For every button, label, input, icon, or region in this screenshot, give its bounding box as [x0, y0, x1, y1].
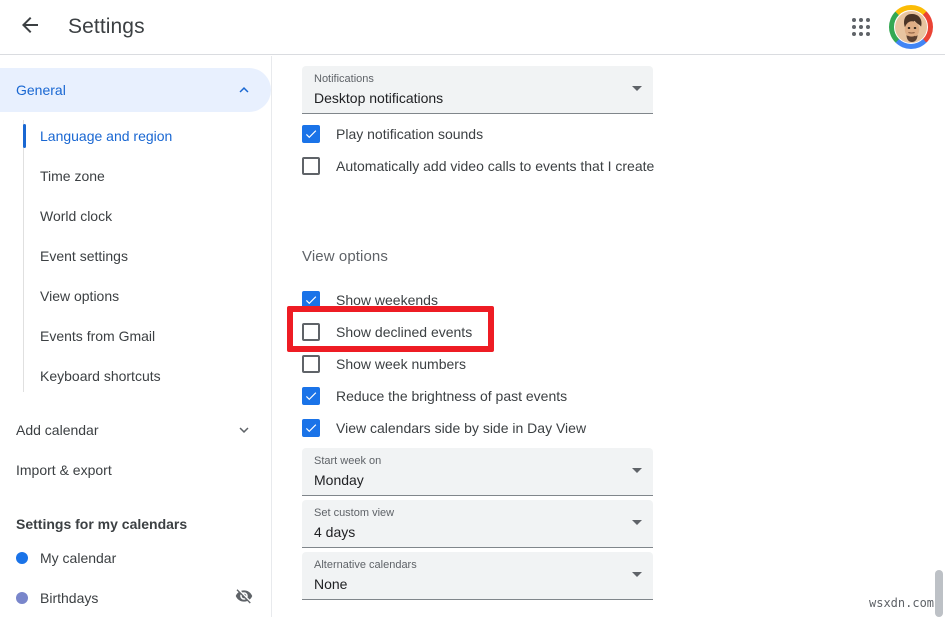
checkbox-label: View calendars side by side in Day View	[336, 420, 586, 436]
checkbox-row-show-weekends[interactable]: Show weekends	[302, 288, 438, 312]
sidebar-item-view-options[interactable]: View options	[24, 276, 271, 316]
checkbox-label: Play notification sounds	[336, 126, 483, 142]
content-scrollbar-track[interactable]	[933, 56, 945, 617]
checkbox-label: Show week numbers	[336, 356, 466, 372]
chevron-up-icon	[235, 81, 253, 99]
sidebar-item-event-settings[interactable]: Event settings	[24, 236, 271, 276]
eye-off-icon[interactable]	[235, 587, 253, 610]
checkbox-label: Reduce the brightness of past events	[336, 388, 567, 404]
settings-content: Notifications Desktop notifications Play…	[273, 56, 945, 617]
dropdown-arrow-icon	[632, 86, 642, 91]
chevron-down-icon	[235, 421, 253, 439]
sidebar-item-events-from-gmail[interactable]: Events from Gmail	[24, 316, 271, 356]
sidebar-item-language-and-region[interactable]: Language and region	[24, 116, 271, 156]
checkbox-label: Automatically add video calls to events …	[336, 158, 654, 174]
account-avatar-button[interactable]	[889, 5, 933, 49]
dropdown-arrow-icon	[632, 572, 642, 577]
sidebar-item-label: Add calendar	[16, 422, 235, 438]
sidebar-item-label: Time zone	[40, 168, 105, 184]
header-actions	[841, 5, 933, 49]
checkbox-label: Show declined events	[336, 324, 472, 340]
sidebar-calendar-birthdays[interactable]: Birthdays	[0, 578, 271, 617]
sidebar-item-label: Import & export	[16, 462, 253, 478]
apps-grid-icon	[852, 18, 870, 36]
dropdown-arrow-icon	[632, 468, 642, 473]
alternative-calendars-value: None	[314, 574, 641, 594]
calendar-name: Birthdays	[40, 590, 235, 606]
sidebar-item-time-zone[interactable]: Time zone	[24, 156, 271, 196]
start-week-on-label: Start week on	[314, 454, 641, 469]
calendar-name: My calendar	[40, 550, 253, 566]
back-button[interactable]	[8, 5, 52, 49]
avatar-ring	[889, 5, 933, 49]
set-custom-view-dropdown[interactable]: Set custom view 4 days	[302, 500, 653, 548]
app-header: Settings	[0, 0, 945, 55]
watermark: wsxdn.com	[869, 596, 934, 610]
alternative-calendars-dropdown[interactable]: Alternative calendars None	[302, 552, 653, 600]
checkbox-row-play-notification-sounds[interactable]: Play notification sounds	[302, 122, 483, 146]
calendar-color-dot	[16, 592, 28, 604]
sidebar-group-general[interactable]: General	[0, 68, 271, 112]
sidebar-calendar-my-calendar[interactable]: My calendar	[0, 538, 271, 578]
checkbox-show-declined-events[interactable]	[302, 323, 320, 341]
view-options-heading: View options	[302, 248, 388, 265]
set-custom-view-value: 4 days	[314, 522, 641, 542]
sidebar-item-label: Language and region	[40, 128, 172, 144]
set-custom-view-label: Set custom view	[314, 506, 641, 521]
page-title: Settings	[68, 15, 145, 39]
checkbox-label: Show weekends	[336, 292, 438, 308]
notifications-dropdown-value: Desktop notifications	[314, 88, 641, 108]
notifications-dropdown-label: Notifications	[314, 72, 641, 87]
checkbox-row-auto-add-video-calls[interactable]: Automatically add video calls to events …	[302, 154, 654, 178]
checkbox-row-reduce-brightness-past-events[interactable]: Reduce the brightness of past events	[302, 384, 567, 408]
notifications-dropdown[interactable]: Notifications Desktop notifications	[302, 66, 653, 114]
checkbox-auto-add-video-calls[interactable]	[302, 157, 320, 175]
checkbox-row-show-declined-events[interactable]: Show declined events	[302, 320, 472, 344]
sidebar-item-import-export[interactable]: Import & export	[0, 450, 271, 490]
sidebar-item-add-calendar[interactable]: Add calendar	[0, 410, 271, 450]
checkbox-show-week-numbers[interactable]	[302, 355, 320, 373]
alternative-calendars-label: Alternative calendars	[314, 558, 641, 573]
checkbox-row-view-calendars-side-by-side[interactable]: View calendars side by side in Day View	[302, 416, 586, 440]
start-week-on-value: Monday	[314, 470, 641, 490]
sidebar-group-general-label: General	[16, 82, 235, 98]
calendar-color-dot	[16, 552, 28, 564]
checkbox-reduce-brightness-past-events[interactable]	[302, 387, 320, 405]
sidebar-item-label: World clock	[40, 208, 112, 224]
checkbox-play-notification-sounds[interactable]	[302, 125, 320, 143]
avatar	[894, 10, 928, 44]
checkbox-show-weekends[interactable]	[302, 291, 320, 309]
settings-sidebar: General Language and region Time zone Wo…	[0, 56, 272, 617]
sidebar-item-world-clock[interactable]: World clock	[24, 196, 271, 236]
sidebar-item-label: Keyboard shortcuts	[40, 368, 161, 384]
sidebar-item-keyboard-shortcuts[interactable]: Keyboard shortcuts	[24, 356, 271, 396]
sidebar-item-label: Events from Gmail	[40, 328, 155, 344]
sidebar-item-label: Event settings	[40, 248, 128, 264]
arrow-left-icon	[18, 13, 42, 42]
checkbox-row-show-week-numbers[interactable]: Show week numbers	[302, 352, 466, 376]
content-scrollbar-thumb[interactable]	[935, 570, 943, 617]
sidebar-my-calendars-title: Settings for my calendars	[0, 516, 271, 532]
checkbox-view-calendars-side-by-side[interactable]	[302, 419, 320, 437]
apps-grid-button[interactable]	[841, 7, 881, 47]
sidebar-item-label: View options	[40, 288, 119, 304]
start-week-on-dropdown[interactable]: Start week on Monday	[302, 448, 653, 496]
dropdown-arrow-icon	[632, 520, 642, 525]
sidebar-general-items: Language and region Time zone World cloc…	[0, 116, 271, 396]
